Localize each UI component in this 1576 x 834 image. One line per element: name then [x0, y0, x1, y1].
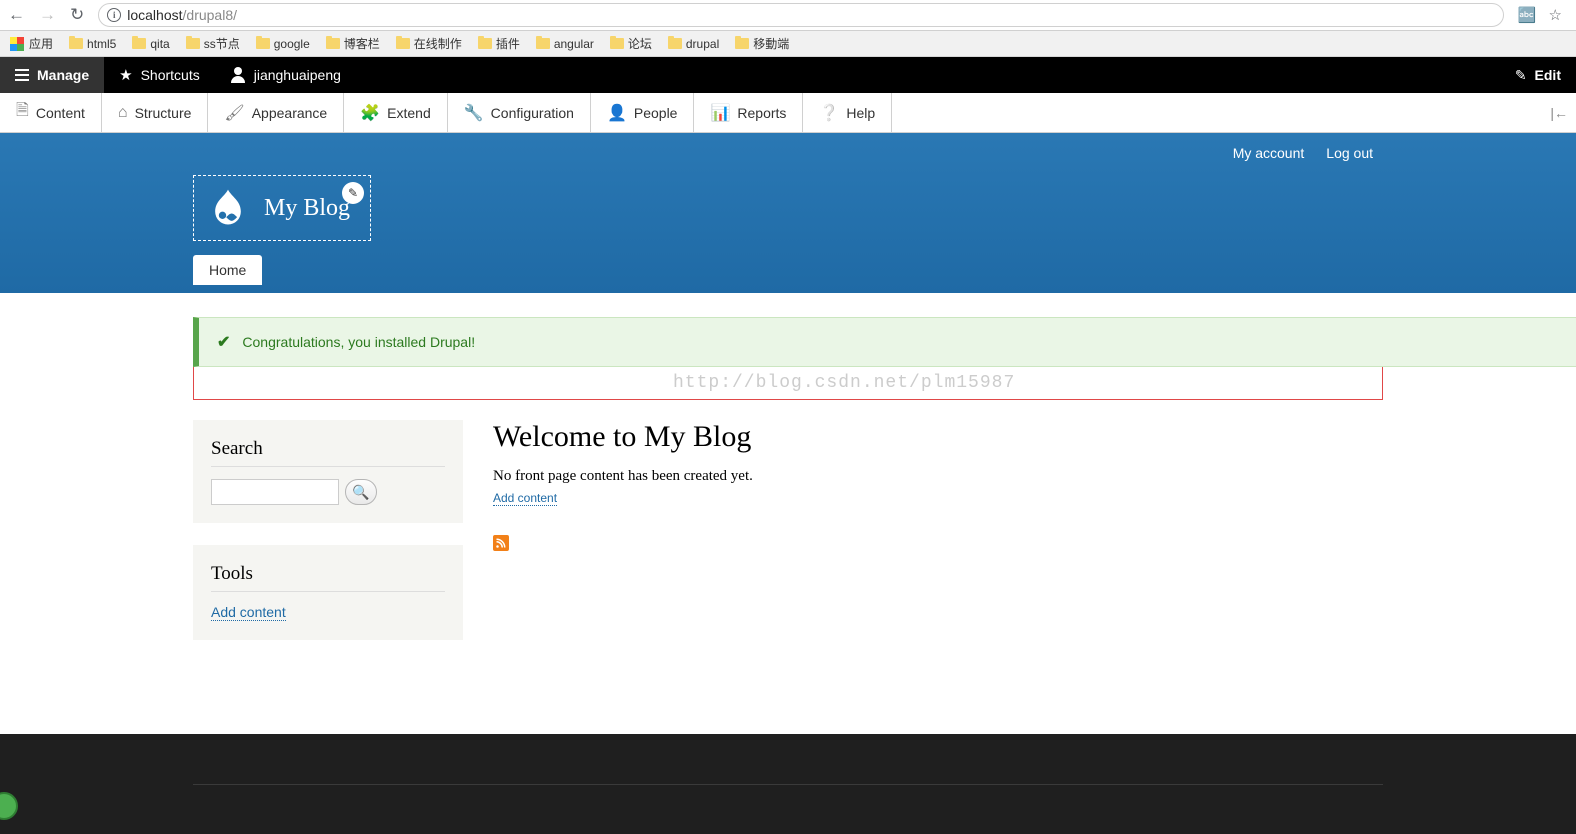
menu-icon [15, 69, 29, 81]
bookmark-item[interactable]: 插件 [478, 35, 520, 52]
search-button[interactable]: 🔍 [345, 479, 377, 505]
folder-icon [668, 38, 682, 49]
back-button[interactable]: ← [8, 5, 25, 25]
tab-structure[interactable]: ⌂Structure [102, 93, 208, 132]
primary-nav: Home [193, 255, 1383, 285]
user-menu[interactable]: jianghuaipeng [215, 57, 356, 93]
admin-menu-tabs: 🗎Content ⌂Structure 🖌Appearance 🧩Extend … [0, 93, 1576, 133]
chart-icon: 📊 [710, 103, 730, 123]
empty-message: No front page content has been created y… [493, 468, 1383, 485]
collapse-toolbar[interactable]: |← [1542, 105, 1576, 121]
tools-heading: Tools [211, 563, 445, 592]
bookmark-item[interactable]: 论坛 [610, 35, 652, 52]
add-content-link[interactable]: Add content [211, 604, 286, 621]
nav-home[interactable]: Home [193, 255, 262, 285]
bookmark-item[interactable]: 移動端 [735, 35, 789, 52]
browser-toolbar: ← → ↻ i localhost/drupal8/ 🔤 ☆ [0, 0, 1576, 31]
reload-button[interactable]: ↻ [70, 5, 84, 25]
folder-icon [396, 38, 410, 49]
user-links: My account Log out [1233, 145, 1373, 161]
star-icon: ★ [119, 66, 132, 84]
tab-people[interactable]: 👤People [591, 93, 695, 132]
bookmark-item[interactable]: qita [132, 37, 169, 51]
check-icon: ✔ [217, 332, 230, 352]
bookmark-item[interactable]: drupal [668, 37, 719, 51]
url-text: localhost/drupal8/ [127, 7, 237, 23]
bookmark-item[interactable]: google [256, 37, 310, 51]
status-text: Congratulations, you installed Drupal! [242, 334, 475, 350]
my-account-link[interactable]: My account [1233, 145, 1305, 161]
folder-icon [326, 38, 340, 49]
tools-block: Tools Add content [193, 545, 463, 640]
bookmark-item[interactable]: angular [536, 37, 594, 51]
bookmark-star-icon[interactable]: ☆ [1549, 6, 1562, 24]
drupal-logo-icon [204, 184, 252, 232]
main-content: Welcome to My Blog No front page content… [493, 420, 1383, 551]
people-icon: 👤 [607, 103, 627, 123]
site-header: My account Log out My Blog ✎ Home [0, 133, 1576, 293]
sidebar: Search 🔍 Tools Add content [193, 420, 463, 640]
site-branding[interactable]: My Blog ✎ [193, 175, 371, 241]
site-info-icon[interactable]: i [107, 8, 121, 22]
address-bar[interactable]: i localhost/drupal8/ [98, 3, 1504, 27]
page-container: ✔ Congratulations, you installed Drupal!… [183, 293, 1393, 664]
shortcuts-menu[interactable]: ★ Shortcuts [104, 57, 215, 93]
puzzle-icon: 🧩 [360, 103, 380, 123]
user-icon [230, 67, 246, 83]
brush-icon: 🖌 [224, 103, 244, 123]
bookmarks-bar: 应用 html5 qita ss节点 google 博客栏 在线制作 插件 an… [0, 31, 1576, 57]
folder-icon [69, 38, 83, 49]
site-footer [0, 734, 1576, 834]
edit-toggle[interactable]: ✎ Edit [1500, 57, 1576, 93]
add-content-link-main[interactable]: Add content [493, 491, 557, 506]
folder-icon [536, 38, 550, 49]
tab-help[interactable]: ❔Help [803, 93, 892, 132]
translate-icon[interactable]: 🔤 [1518, 6, 1537, 24]
pencil-icon: ✎ [1515, 67, 1527, 84]
wrench-icon: 🔧 [464, 103, 484, 123]
apps-grid-icon [10, 37, 24, 51]
bookmark-item[interactable]: 博客栏 [326, 35, 380, 52]
tab-appearance[interactable]: 🖌Appearance [208, 93, 344, 132]
bookmark-item[interactable]: html5 [69, 37, 116, 51]
page-title: Welcome to My Blog [493, 420, 1383, 454]
search-block: Search 🔍 [193, 420, 463, 523]
search-heading: Search [211, 438, 445, 467]
help-icon: ❔ [819, 103, 839, 123]
bookmark-item[interactable]: ss节点 [186, 35, 240, 52]
structure-icon: ⌂ [118, 104, 128, 122]
logout-link[interactable]: Log out [1326, 145, 1373, 161]
tab-content[interactable]: 🗎Content [0, 93, 102, 132]
bookmark-item[interactable]: 在线制作 [396, 35, 462, 52]
document-icon: 🗎 [16, 99, 29, 126]
apps-shortcut[interactable]: 应用 [10, 35, 53, 52]
folder-icon [478, 38, 492, 49]
manage-menu[interactable]: Manage [0, 57, 104, 93]
folder-icon [186, 38, 200, 49]
forward-button[interactable]: → [39, 5, 56, 25]
site-name: My Blog [264, 195, 350, 222]
drupal-admin-toolbar: Manage ★ Shortcuts jianghuaipeng ✎ Edit [0, 57, 1576, 93]
folder-icon [735, 38, 749, 49]
search-input[interactable] [211, 479, 339, 505]
edit-block-icon[interactable]: ✎ [342, 182, 364, 204]
tab-configuration[interactable]: 🔧Configuration [448, 93, 591, 132]
watermark-text: http://blog.csdn.net/plm15987 [673, 373, 1015, 393]
tab-reports[interactable]: 📊Reports [694, 93, 803, 132]
folder-icon [610, 38, 624, 49]
tab-extend[interactable]: 🧩Extend [344, 93, 448, 132]
folder-icon [256, 38, 270, 49]
rss-icon[interactable] [493, 535, 509, 551]
search-icon: 🔍 [352, 484, 369, 501]
folder-icon [132, 38, 146, 49]
status-message: ✔ Congratulations, you installed Drupal! [193, 317, 1576, 367]
